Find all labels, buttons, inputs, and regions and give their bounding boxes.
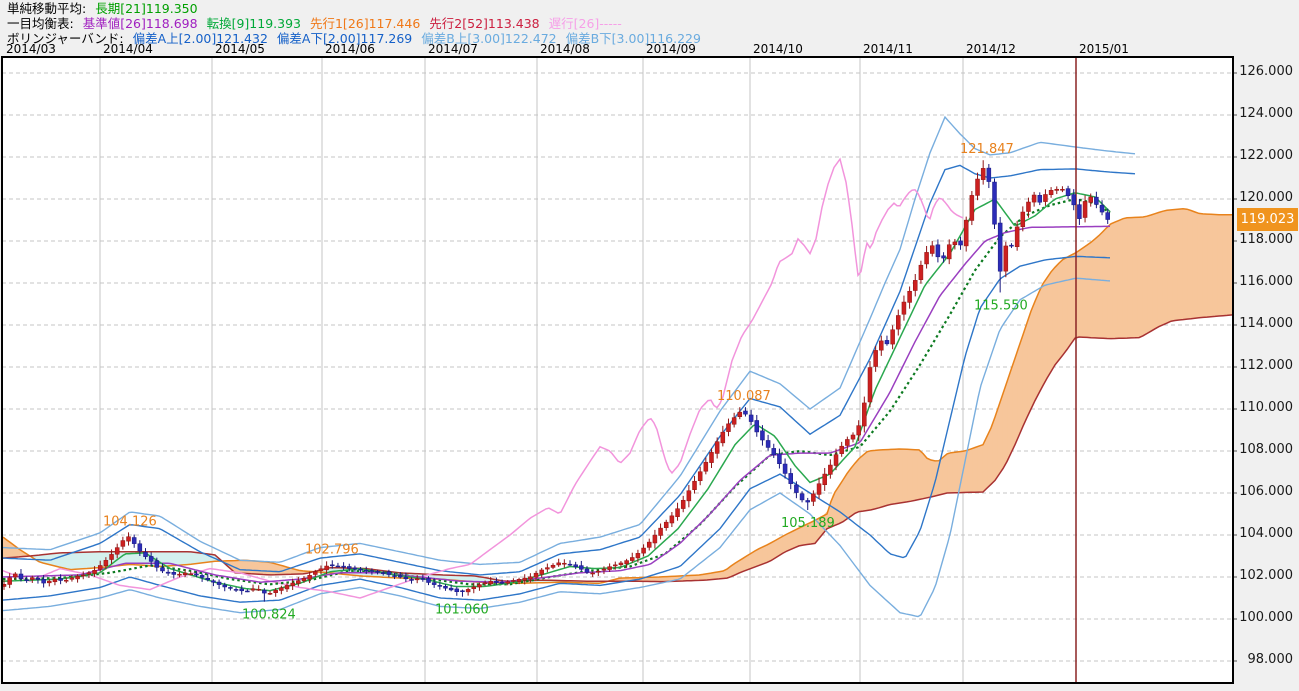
price-axis-label: 106.000	[1237, 484, 1293, 499]
price-axis-label: 100.000	[1237, 610, 1293, 625]
price-axis-label: 98.000	[1237, 652, 1293, 667]
price-axis-label: 114.000	[1237, 316, 1293, 331]
legend-segment: 長期[21]119.350	[95, 1, 197, 16]
price-annotation: 101.060	[435, 603, 489, 618]
month-label: 2014/12	[966, 42, 1016, 56]
price-axis-label: 108.000	[1237, 442, 1293, 457]
chart-window: 単純移動平均: 長期[21]119.350 一目均衡表: 基準値[26]118.698…	[0, 0, 1299, 691]
price-axis-label: 104.000	[1237, 526, 1293, 541]
price-annotation: 104.126	[103, 514, 157, 529]
legend-segment: 偏差A上[2.00]121.432	[133, 31, 268, 46]
price-annotation: 100.824	[242, 608, 296, 623]
month-label: 2014/10	[753, 42, 803, 56]
indicator-legend: 単純移動平均: 長期[21]119.350 一目均衡表: 基準値[26]118.698…	[7, 1, 710, 46]
price-annotation: 121.847	[960, 142, 1014, 157]
price-axis-label: 110.000	[1237, 400, 1293, 415]
price-annotation: 102.796	[305, 542, 359, 557]
price-annotation: 105.189	[781, 516, 835, 531]
price-annotation: 115.550	[974, 298, 1028, 313]
legend-segment: 一目均衡表:	[7, 16, 74, 31]
legend-segment: 単純移動平均:	[7, 1, 86, 16]
price-annotation: 110.087	[717, 389, 771, 404]
month-label: 2014/11	[863, 42, 913, 56]
sma-legend: 単純移動平均: 長期[21]119.350	[7, 1, 710, 16]
ichimoku-legend: 一目均衡表: 基準値[26]118.698 転換[9]119.393 先行1[26]1…	[7, 16, 710, 31]
legend-segment: 先行1[26]117.446	[310, 16, 420, 31]
price-axis-label: 126.000	[1237, 64, 1293, 79]
bollinger-legend: ボリンジャーバンド: 偏差A上[2.00]121.432 偏差A下[2.00]117…	[7, 31, 710, 46]
price-axis-label: 120.000	[1237, 190, 1293, 205]
month-label: 2015/01	[1079, 42, 1129, 56]
legend-segment: ボリンジャーバンド:	[7, 31, 124, 46]
legend-segment: 偏差B下[3.00]116.229	[566, 31, 701, 46]
price-axis-label: 118.000	[1237, 232, 1293, 247]
price-axis-label: 124.000	[1237, 106, 1293, 121]
legend-segment: 偏差A下[2.00]117.269	[277, 31, 412, 46]
legend-segment: 先行2[52]113.438	[429, 16, 539, 31]
price-axis-label: 112.000	[1237, 358, 1293, 373]
legend-segment: 基準値[26]118.698	[83, 16, 198, 31]
chart-canvas[interactable]: 2014/032014/042014/052014/062014/072014/…	[0, 0, 1299, 691]
price-axis: 126.000 124.000 122.000 120.000 118.000 116.0…	[1237, 0, 1299, 691]
legend-segment: 偏差B上[3.00]122.472	[421, 31, 556, 46]
current-price-badge: 119.023	[1237, 208, 1298, 231]
legend-segment: 遅行[26]-----	[549, 16, 622, 31]
legend-segment: 転換[9]119.393	[207, 16, 301, 31]
price-axis-label: 116.000	[1237, 274, 1293, 289]
price-axis-label: 122.000	[1237, 148, 1293, 163]
price-axis-label: 102.000	[1237, 568, 1293, 583]
